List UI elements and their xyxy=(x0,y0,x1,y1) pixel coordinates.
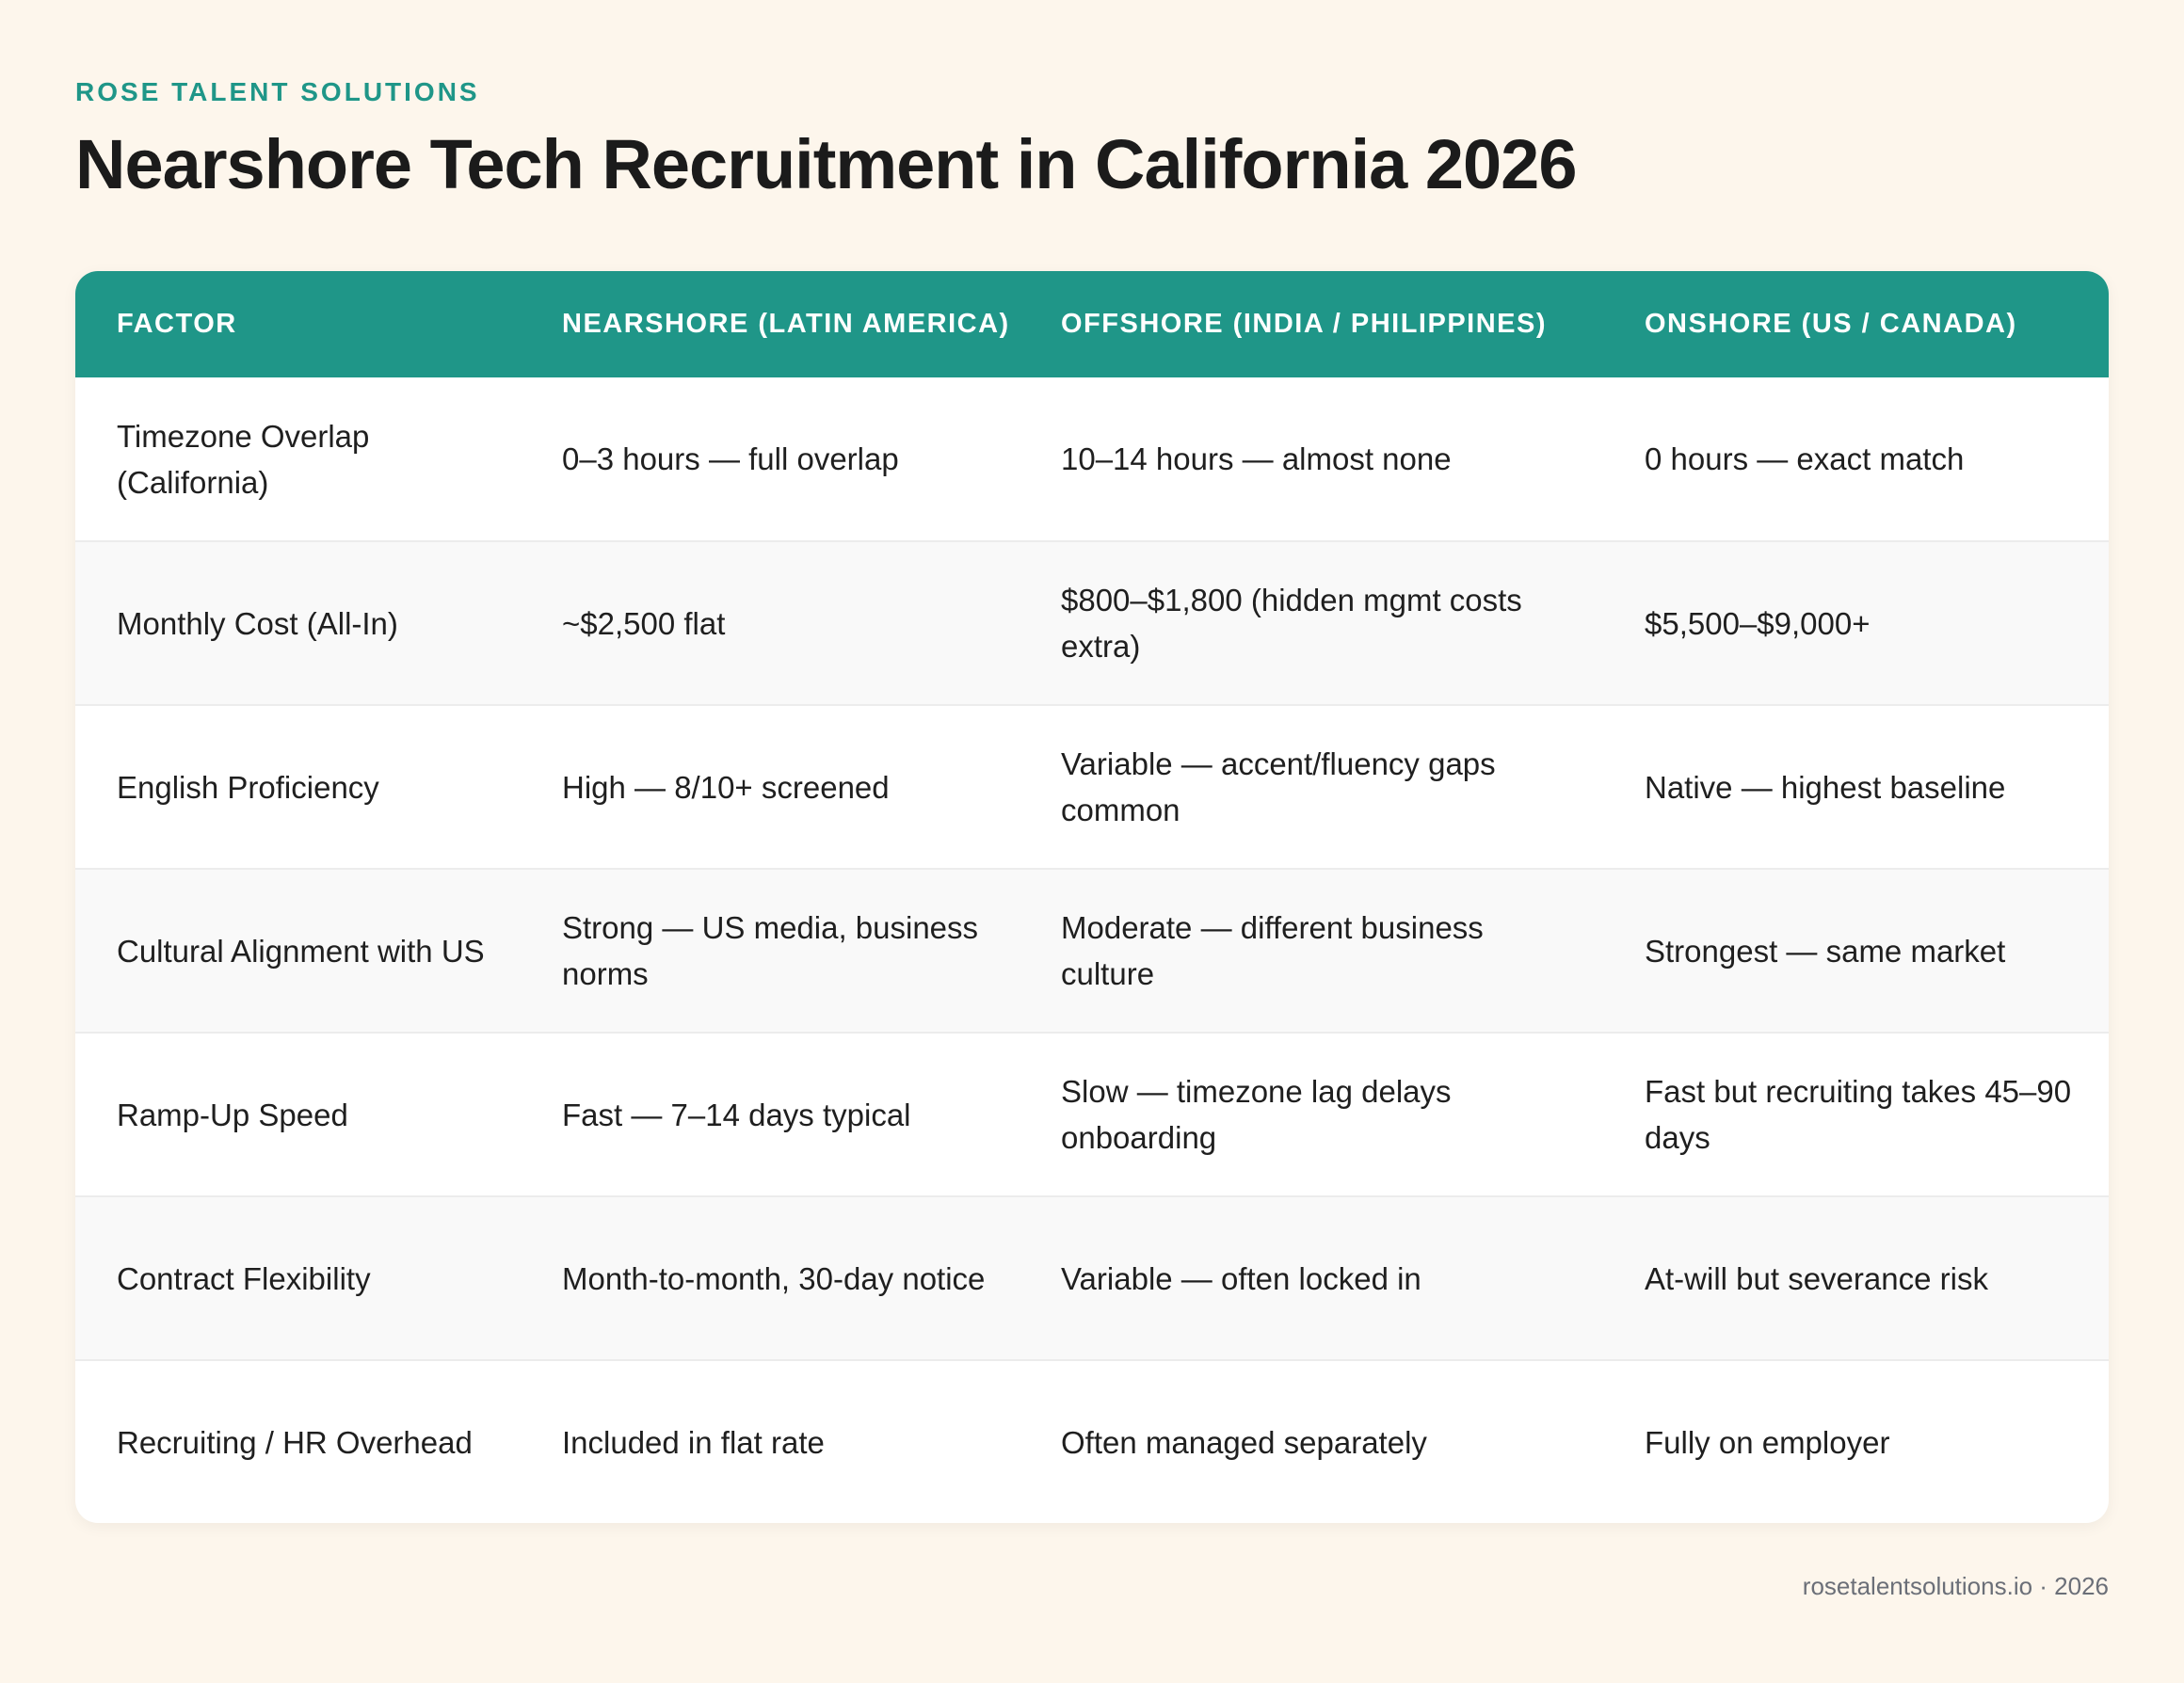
brand-label: ROSE TALENT SOLUTIONS xyxy=(75,77,480,106)
table-row: Recruiting / HR Overhead Included in fla… xyxy=(75,1360,2109,1523)
comparison-table: FACTOR NEARSHORE (LATIN AMERICA) OFFSHOR… xyxy=(75,271,2109,1523)
column-header-offshore: OFFSHORE (INDIA / PHILIPPINES) xyxy=(1061,309,1548,339)
table-row: Monthly Cost (All-In) ~$2,500 flat $800–… xyxy=(75,541,2109,705)
table-row: Contract Flexibility Month-to-month, 30-… xyxy=(75,1196,2109,1360)
onshore-cell: 0 hours — exact match xyxy=(1645,441,1965,476)
offshore-cell: $800–$1,800 (hidden mgmt costs extra) xyxy=(1061,583,1522,664)
factor-cell: English Proficiency xyxy=(117,769,379,805)
factor-cell: Timezone Overlap (California) xyxy=(117,418,370,500)
factor-cell: Monthly Cost (All-In) xyxy=(117,605,398,641)
table-row: Cultural Alignment with US Strong — US m… xyxy=(75,869,2109,1033)
column-header-onshore: ONSHORE (US / CANADA) xyxy=(1645,309,2017,339)
offshore-cell: 10–14 hours — almost none xyxy=(1061,441,1452,476)
nearshore-cell: Included in flat rate xyxy=(562,1425,825,1460)
nearshore-cell: Month-to-month, 30-day notice xyxy=(562,1260,986,1296)
table-header-row: FACTOR NEARSHORE (LATIN AMERICA) OFFSHOR… xyxy=(75,271,2109,377)
table-row: English Proficiency High — 8/10+ screene… xyxy=(75,705,2109,869)
column-header-nearshore: NEARSHORE (LATIN AMERICA) xyxy=(562,309,1010,339)
onshore-cell: At-will but severance risk xyxy=(1645,1260,1988,1296)
comparison-table-card: FACTOR NEARSHORE (LATIN AMERICA) OFFSHOR… xyxy=(75,271,2109,1523)
factor-cell: Ramp-Up Speed xyxy=(117,1097,348,1132)
offshore-cell: Moderate — different business culture xyxy=(1061,910,1484,991)
offshore-cell: Variable — often locked in xyxy=(1061,1260,1421,1296)
nearshore-cell: 0–3 hours — full overlap xyxy=(562,441,899,476)
onshore-cell: $5,500–$9,000+ xyxy=(1645,605,1871,641)
factor-cell: Recruiting / HR Overhead xyxy=(117,1425,473,1460)
nearshore-cell: High — 8/10+ screened xyxy=(562,769,890,805)
factor-cell: Contract Flexibility xyxy=(117,1260,371,1296)
nearshore-cell: Fast — 7–14 days typical xyxy=(562,1097,911,1132)
onshore-cell: Fast but recruiting takes 45–90 days xyxy=(1645,1074,2072,1155)
onshore-cell: Native — highest baseline xyxy=(1645,769,2006,805)
factor-cell: Cultural Alignment with US xyxy=(117,933,485,969)
footer-credit: rosetalentsolutions.io · 2026 xyxy=(1802,1572,2109,1600)
nearshore-cell: ~$2,500 flat xyxy=(562,605,726,641)
offshore-cell: Slow — timezone lag delays onboarding xyxy=(1061,1074,1452,1155)
table-row: Timezone Overlap (California) 0–3 hours … xyxy=(75,377,2109,541)
page-title: Nearshore Tech Recruitment in California… xyxy=(75,125,1577,203)
table-row: Ramp-Up Speed Fast — 7–14 days typical S… xyxy=(75,1033,2109,1196)
nearshore-cell: Strong — US media, business norms xyxy=(562,910,979,991)
offshore-cell: Often managed separately xyxy=(1061,1425,1427,1460)
column-header-factor: FACTOR xyxy=(117,309,237,339)
onshore-cell: Fully on employer xyxy=(1645,1425,1890,1460)
onshore-cell: Strongest — same market xyxy=(1645,933,2006,969)
offshore-cell: Variable — accent/fluency gaps common xyxy=(1061,746,1496,827)
